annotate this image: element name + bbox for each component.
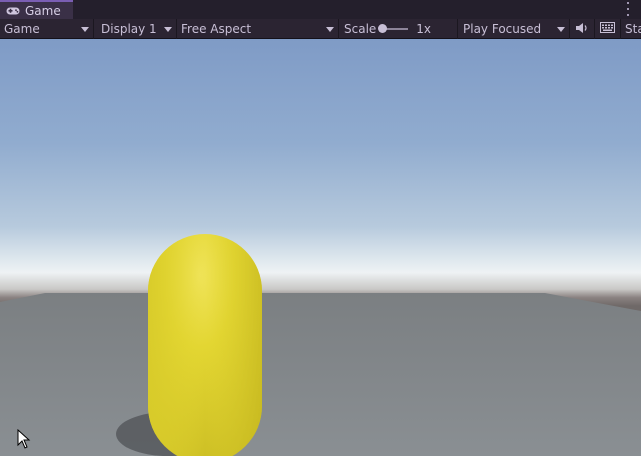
chevron-down-icon xyxy=(81,26,89,32)
play-mode-dropdown[interactable]: Play Focused xyxy=(458,19,570,39)
scale-control: Scale 1x xyxy=(339,19,458,39)
game-toolbar: Game Display 1 Free Aspect Scale 1x Play… xyxy=(0,19,641,39)
game-mode-dropdown[interactable]: Game xyxy=(0,19,94,39)
scene-render xyxy=(0,234,641,456)
ground-plane xyxy=(0,293,641,456)
speaker-icon xyxy=(575,22,589,37)
scale-slider-handle[interactable] xyxy=(378,24,388,33)
display-dropdown[interactable]: Display 1 xyxy=(94,19,177,39)
stats-button[interactable]: Sta xyxy=(621,19,641,39)
mouse-cursor-icon xyxy=(17,429,31,449)
aspect-label: Free Aspect xyxy=(181,22,252,36)
gamepad-icon xyxy=(6,6,20,16)
game-mode-label: Game xyxy=(4,22,40,36)
tab-game-label: Game xyxy=(25,3,61,18)
chevron-down-icon xyxy=(557,26,565,32)
game-viewport[interactable] xyxy=(0,39,641,456)
tab-game[interactable]: Game xyxy=(0,0,73,19)
game-window: Game Game Display 1 Free Aspect Scale 1x… xyxy=(0,0,641,456)
stats-label: Sta xyxy=(625,22,641,36)
keyboard-icon xyxy=(600,22,615,36)
scale-value: 1x xyxy=(416,22,432,36)
shortcuts-button[interactable] xyxy=(595,19,621,39)
scale-slider[interactable] xyxy=(378,24,409,33)
chevron-down-icon xyxy=(164,26,172,32)
play-mode-label: Play Focused xyxy=(463,22,542,36)
tab-strip: Game xyxy=(0,0,641,19)
aspect-dropdown[interactable]: Free Aspect xyxy=(177,19,339,39)
mute-audio-button[interactable] xyxy=(570,19,595,39)
capsule-shading xyxy=(148,234,262,456)
chevron-down-icon xyxy=(326,26,334,32)
more-options-icon[interactable] xyxy=(625,2,631,16)
scale-label: Scale xyxy=(344,22,377,36)
display-label: Display 1 xyxy=(101,22,157,36)
